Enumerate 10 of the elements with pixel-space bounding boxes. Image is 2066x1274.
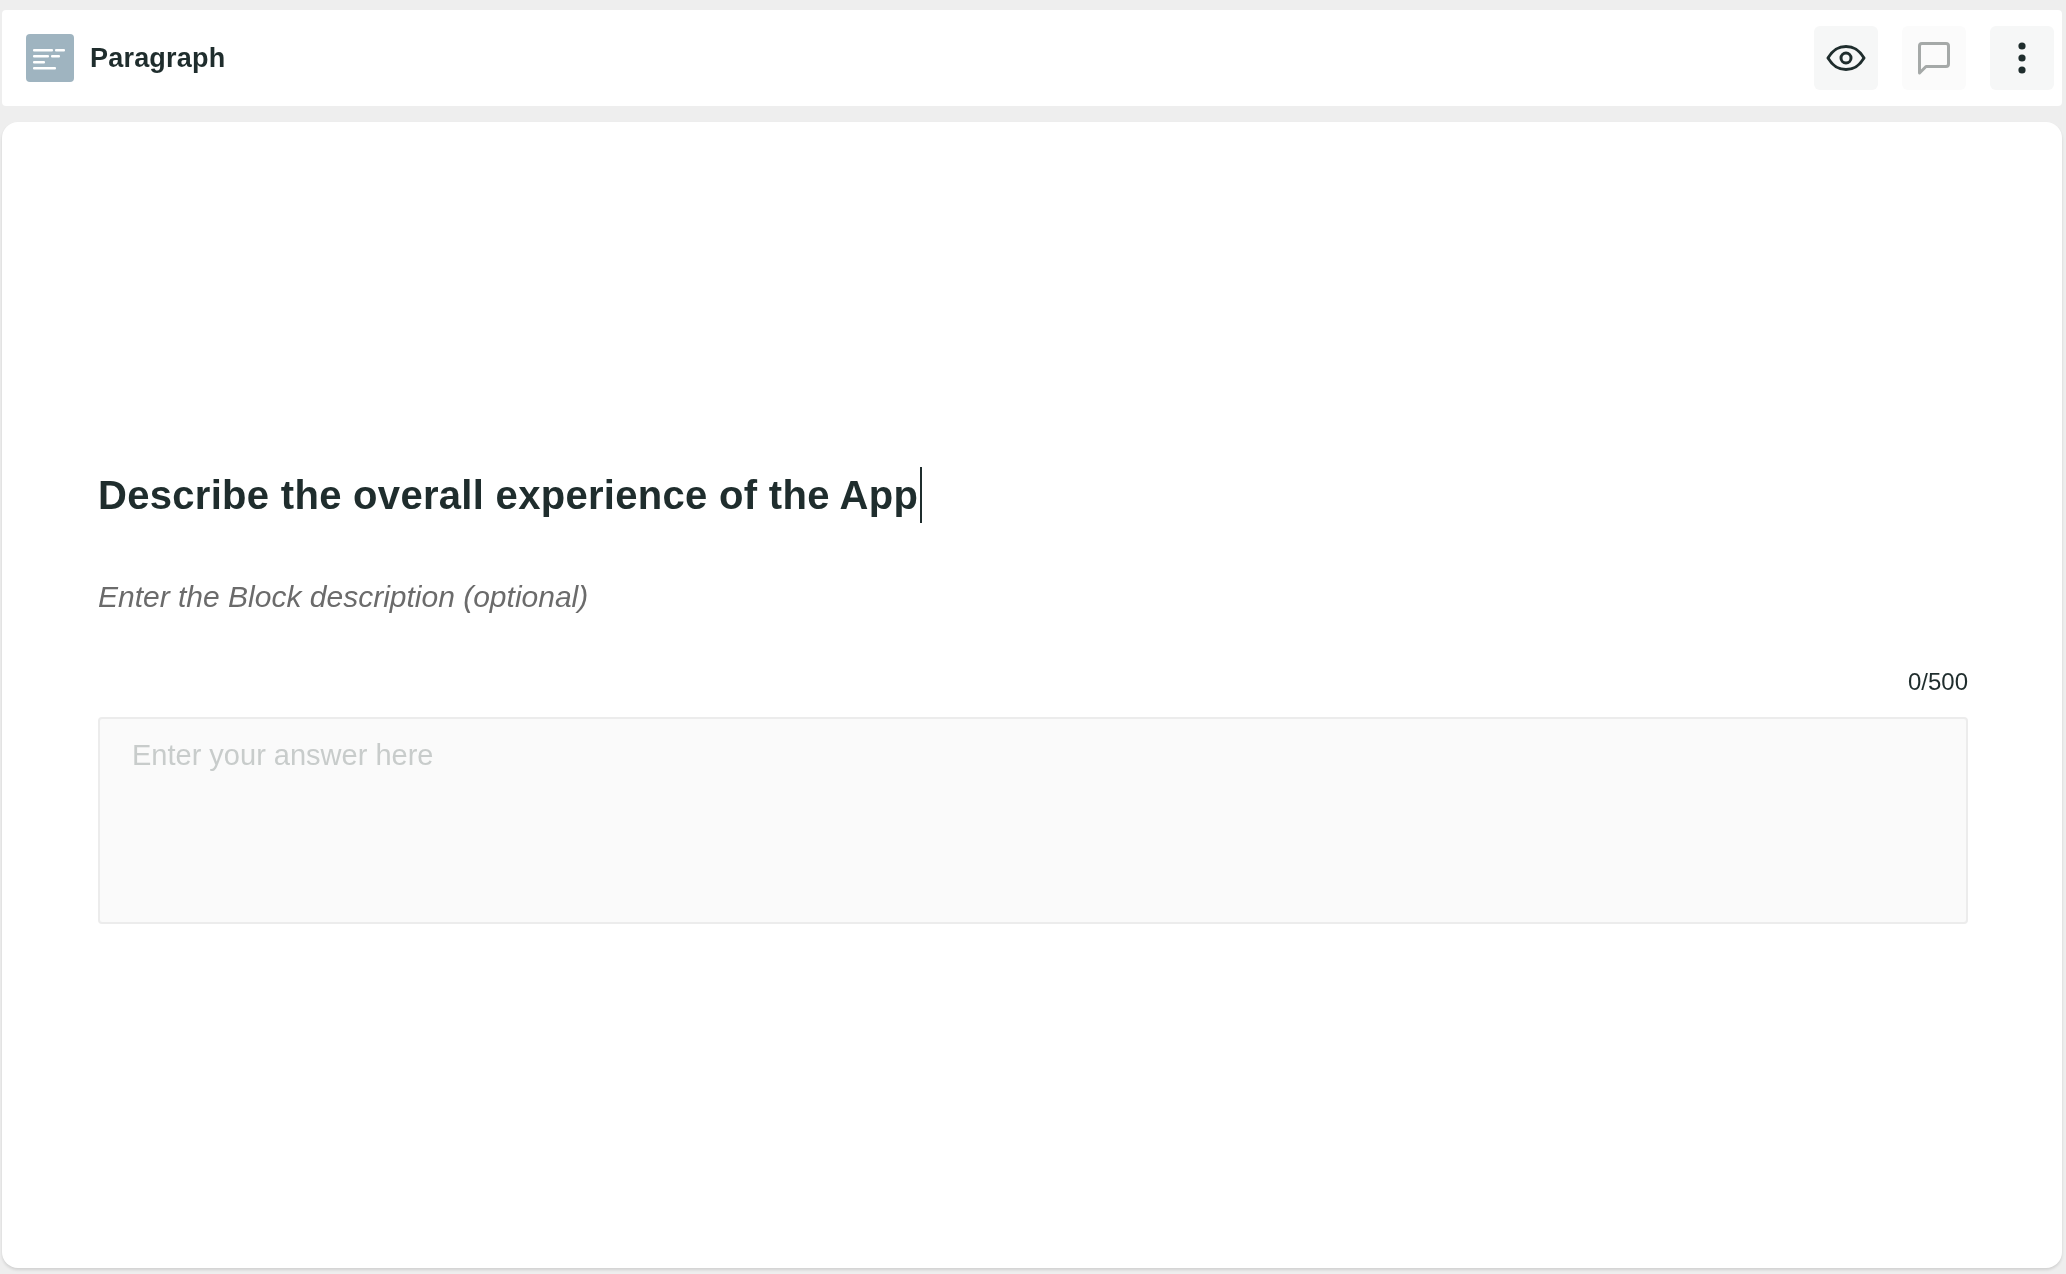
block-title: Paragraph <box>90 42 226 74</box>
character-counter: 0/500 <box>1907 667 1968 697</box>
paragraph-icon <box>26 34 74 82</box>
more-options-button[interactable] <box>1990 26 2054 90</box>
description-field[interactable]: Enter the Block description (optional) <box>98 579 802 615</box>
speech-bubble-icon <box>1917 41 1951 75</box>
preview-button[interactable] <box>1814 26 1878 90</box>
more-icon <box>2018 42 2026 74</box>
question-title-field[interactable]: Describe the overall experience of the App <box>98 467 923 523</box>
eye-icon <box>1826 45 1866 71</box>
